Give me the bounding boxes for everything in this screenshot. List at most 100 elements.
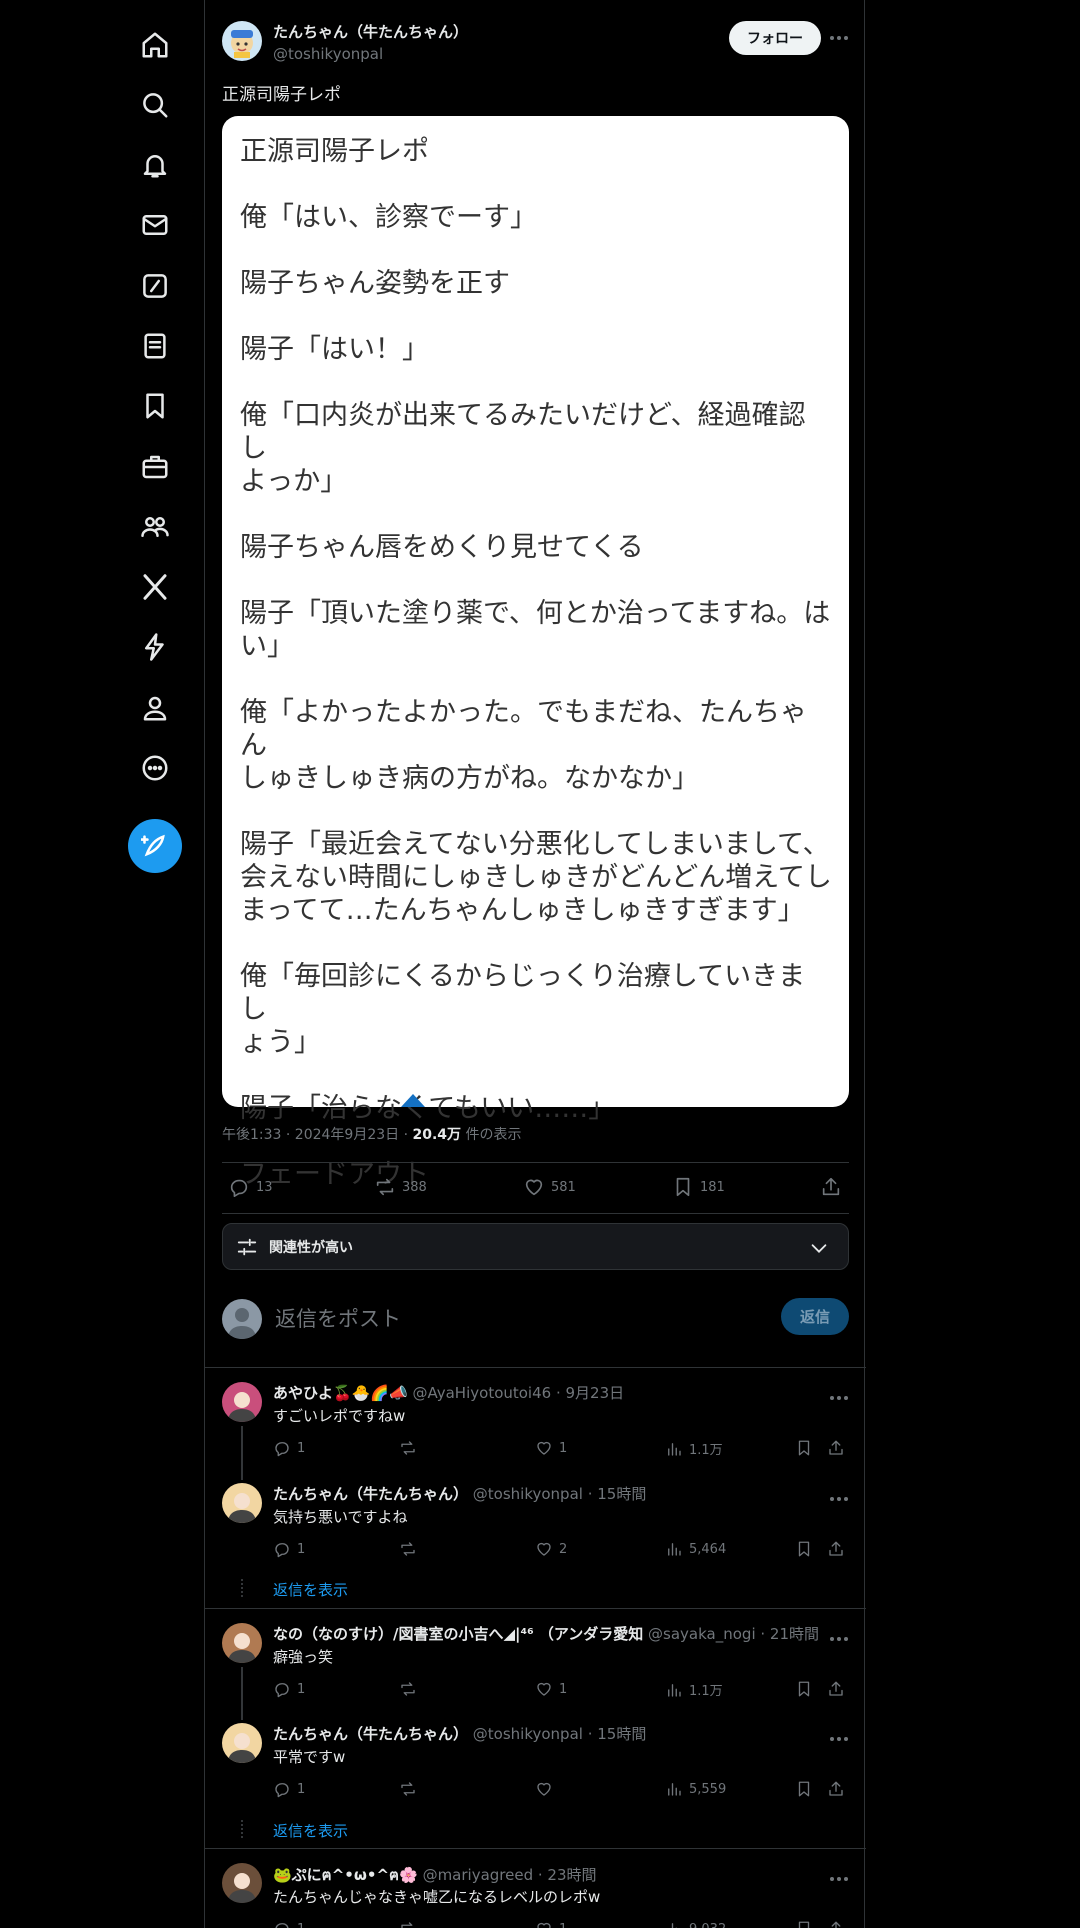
share-action[interactable]	[827, 1540, 845, 1558]
grok-icon[interactable]	[131, 262, 179, 310]
post-image-card[interactable]: 正源司陽子レポ 俺「はい、診察でーす」 陽子ちゃん姿勢を正す 陽子「はい！」 俺「口内炎…	[222, 116, 849, 1190]
author-name[interactable]: たんちゃん（牛たんちゃん）	[273, 21, 468, 42]
reply-avatar[interactable]	[222, 1483, 262, 1523]
like-action[interactable]: 1	[535, 1439, 567, 1457]
bookmarks-icon[interactable]	[131, 382, 179, 430]
repost-action[interactable]	[399, 1439, 423, 1457]
thread-line	[241, 1667, 243, 1720]
repost-action[interactable]: 388	[374, 1176, 427, 1198]
messages-icon[interactable]	[131, 201, 179, 249]
reply-text: 平常ですw	[273, 1748, 346, 1766]
reply-avatar[interactable]	[222, 1623, 262, 1663]
reply-avatar[interactable]	[222, 1863, 262, 1903]
reply-count: 1	[297, 1781, 306, 1797]
reply-action[interactable]: 13	[228, 1176, 273, 1198]
reply-author-name[interactable]: あやひよ🍒🐣🌈📣	[273, 1384, 408, 1402]
home-icon[interactable]	[131, 21, 179, 69]
like-action[interactable]: 1	[535, 1920, 567, 1928]
follow-button[interactable]: フォロー	[729, 21, 821, 55]
bookmark-action[interactable]	[795, 1680, 813, 1698]
card-text-line	[240, 168, 832, 201]
view-count: 1.1万	[689, 1443, 723, 1458]
verified-orgs-icon[interactable]	[131, 623, 179, 671]
repost-action[interactable]	[399, 1780, 423, 1798]
lists-icon[interactable]	[131, 322, 179, 370]
more-options-icon[interactable]	[827, 1869, 851, 1889]
more-icon[interactable]	[131, 744, 179, 792]
reply-action[interactable]: 1	[273, 1680, 305, 1698]
bookmark-action[interactable]	[795, 1540, 813, 1558]
share-action[interactable]	[827, 1920, 845, 1928]
show-replies-link[interactable]: 返信を表示	[273, 1579, 348, 1600]
bookmark-action[interactable]	[795, 1439, 813, 1457]
views-action[interactable]: 5,464	[665, 1540, 726, 1558]
share-action[interactable]	[827, 1780, 845, 1798]
reply-author-handle[interactable]: @AyaHiyotoutoi46 · 9月23日	[413, 1384, 625, 1402]
divider	[205, 1367, 866, 1368]
views-action[interactable]: 1.1万	[665, 1439, 723, 1458]
divider	[205, 1848, 866, 1849]
heart-icon	[525, 1179, 543, 1196]
repost-action[interactable]	[399, 1540, 423, 1558]
reply-author-name[interactable]: 🐸ぷにฅ^•ω•^ฅ🌸	[273, 1866, 418, 1884]
reply-submit-button[interactable]: 返信	[781, 1298, 849, 1335]
communities-icon[interactable]	[131, 503, 179, 551]
share-action[interactable]	[820, 1176, 842, 1198]
share-action[interactable]	[827, 1680, 845, 1698]
reply-action[interactable]: 1	[273, 1439, 305, 1457]
reply-action[interactable]: 1	[273, 1780, 305, 1798]
post-timestamp[interactable]: 午後1:33 · 2024年9月23日 ·	[222, 1127, 413, 1143]
search-icon[interactable]	[131, 81, 179, 129]
author-avatar[interactable]	[222, 21, 262, 61]
thread-dots	[241, 1579, 243, 1597]
reply-action[interactable]: 1	[273, 1920, 305, 1928]
notifications-icon[interactable]	[131, 141, 179, 189]
jobs-icon[interactable]	[131, 443, 179, 491]
reply-avatar[interactable]	[222, 1723, 262, 1763]
share-action[interactable]	[827, 1439, 845, 1457]
like-action[interactable]: 581	[523, 1176, 576, 1198]
premium-icon[interactable]	[131, 563, 179, 611]
compose-button[interactable]	[128, 819, 182, 873]
author-handle[interactable]: @toshikyonpal	[273, 45, 383, 63]
card-text-line	[240, 366, 832, 399]
reply-author-name[interactable]: たんちゃん（牛たんちゃん）	[273, 1485, 468, 1503]
repost-action[interactable]	[399, 1680, 423, 1698]
repost-icon	[401, 1542, 415, 1556]
reply-count: 1	[297, 1440, 306, 1456]
like-action[interactable]	[535, 1780, 559, 1798]
more-options-icon[interactable]	[827, 28, 851, 48]
more-options-icon[interactable]	[827, 1629, 851, 1649]
more-options-icon[interactable]	[827, 1489, 851, 1509]
bookmark-action[interactable]: 181	[672, 1176, 725, 1198]
reply-author-handle[interactable]: @sayaka_nogi · 21時間	[648, 1625, 819, 1643]
like-count: 1	[559, 1922, 567, 1928]
bookmark-action[interactable]	[795, 1780, 813, 1798]
bookmark-action[interactable]	[795, 1920, 813, 1928]
like-action[interactable]: 2	[535, 1540, 567, 1558]
reply-author-name[interactable]: なの（なのすけ）/図書室の小吉へ◢|⁴⁶ （アンダラ愛知	[273, 1625, 643, 1643]
profile-icon[interactable]	[131, 684, 179, 732]
like-action[interactable]: 1	[535, 1680, 567, 1698]
show-replies-link[interactable]: 返信を表示	[273, 1820, 348, 1841]
reply-author-name[interactable]: たんちゃん（牛たんちゃん）	[273, 1725, 468, 1743]
more-options-icon[interactable]	[827, 1729, 851, 1749]
views-action[interactable]: 5,559	[665, 1780, 726, 1798]
reply-input[interactable]: 返信をポスト	[275, 1303, 401, 1333]
post-view-suffix: 件の表示	[461, 1127, 522, 1143]
repost-icon	[376, 1178, 394, 1196]
reply-author-handle[interactable]: @toshikyonpal · 15時間	[473, 1485, 647, 1503]
card-text-line: よっか」	[240, 466, 348, 497]
reply-author-handle[interactable]: @toshikyonpal · 15時間	[473, 1725, 647, 1743]
views-action[interactable]: 9,032	[665, 1920, 726, 1928]
more-options-icon[interactable]	[827, 1388, 851, 1408]
card-text-line: しゅきしゅき病の方がね。なかなか」	[240, 763, 699, 794]
reply-sort-dropdown[interactable]: 関連性が高い	[222, 1223, 849, 1270]
reply-action[interactable]: 1	[273, 1540, 305, 1558]
reply-count: 1	[297, 1922, 305, 1928]
repost-action[interactable]	[399, 1920, 423, 1928]
reply-author-handle[interactable]: @mariyagreed · 23時間	[423, 1866, 597, 1884]
card-text-line: い」	[240, 631, 294, 662]
views-action[interactable]: 1.1万	[665, 1680, 723, 1699]
reply-avatar[interactable]	[222, 1382, 262, 1422]
